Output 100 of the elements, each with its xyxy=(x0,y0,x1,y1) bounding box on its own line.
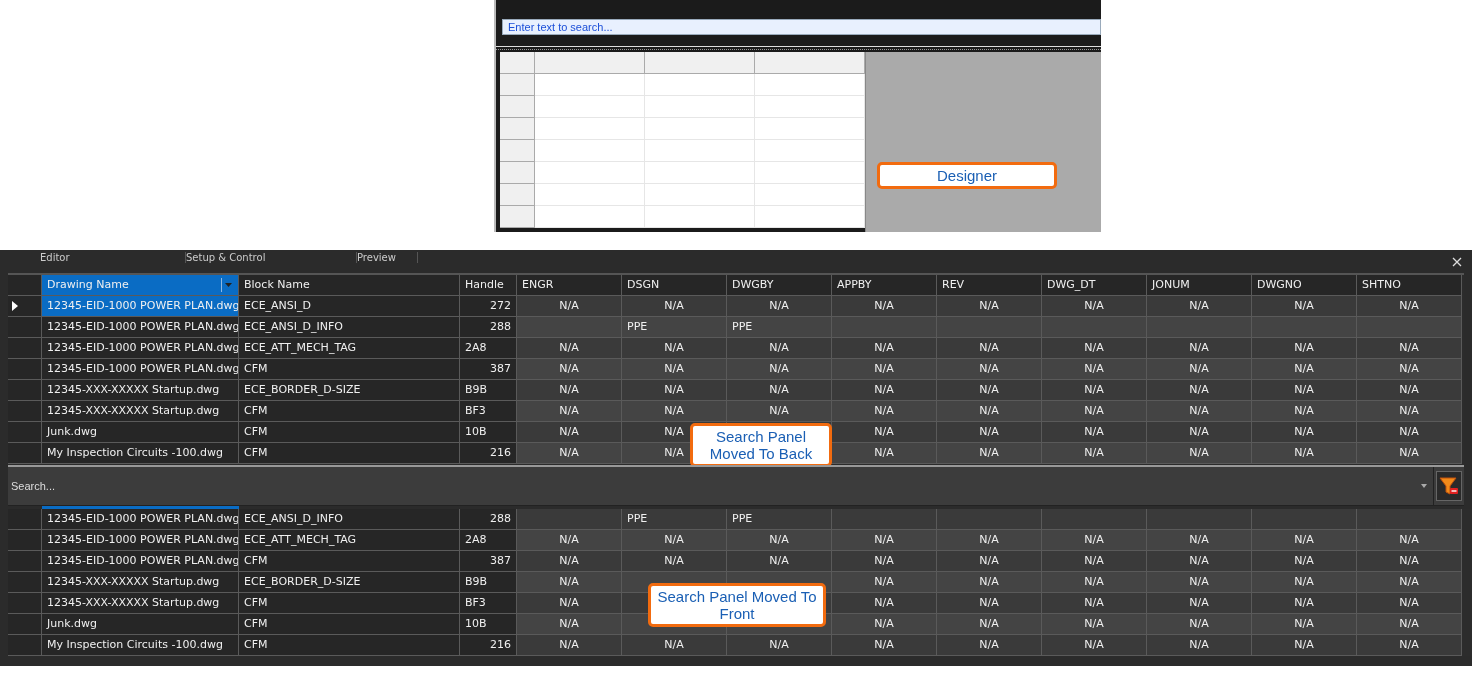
table-cell: 12345-EID-1000 POWER PLAN.dwg xyxy=(42,296,239,317)
table-cell: N/A xyxy=(1042,530,1147,551)
table-cell: N/A xyxy=(1042,296,1147,317)
table-cell: ECE_ATT_MECH_TAG xyxy=(239,530,460,551)
table-cell: 216 xyxy=(460,443,517,464)
table-cell: N/A xyxy=(1357,422,1462,443)
table-cell: B9B xyxy=(460,380,517,401)
table-cell: N/A xyxy=(937,614,1042,635)
table-cell: N/A xyxy=(1357,380,1462,401)
table-cell: N/A xyxy=(517,551,622,572)
column-header[interactable]: Drawing Name xyxy=(42,275,239,296)
filter-button[interactable] xyxy=(1436,471,1462,501)
tab[interactable]: Setup & Control xyxy=(186,252,357,263)
table-cell: N/A xyxy=(1147,551,1252,572)
dropdown-icon[interactable] xyxy=(1421,484,1427,488)
table-cell: N/A xyxy=(727,401,832,422)
tab[interactable]: Preview xyxy=(357,252,418,263)
table-cell: N/A xyxy=(1357,593,1462,614)
table-cell: PPE xyxy=(622,509,727,530)
table-cell: N/A xyxy=(937,593,1042,614)
search-field[interactable]: Enter text to search... xyxy=(502,19,1101,35)
table-cell: N/A xyxy=(1252,551,1357,572)
table-cell: N/A xyxy=(832,338,937,359)
table-cell: N/A xyxy=(1252,401,1357,422)
table-cell: N/A xyxy=(1252,359,1357,380)
table-cell: N/A xyxy=(517,338,622,359)
column-header[interactable]: REV xyxy=(937,275,1042,296)
close-icon[interactable] xyxy=(1452,257,1462,267)
table-cell: N/A xyxy=(832,359,937,380)
table-cell: 272 xyxy=(460,296,517,317)
table-cell: N/A xyxy=(622,530,727,551)
table-cell: CFM xyxy=(239,359,460,380)
table-cell: ECE_ANSI_D_INFO xyxy=(239,509,460,530)
column-header[interactable]: DWG_DT xyxy=(1042,275,1147,296)
table-cell: N/A xyxy=(517,614,622,635)
table-cell: N/A xyxy=(727,359,832,380)
table-cell: N/A xyxy=(1357,296,1462,317)
column-header[interactable]: Handle xyxy=(460,275,517,296)
row-header[interactable] xyxy=(8,296,42,317)
table-cell: N/A xyxy=(1147,572,1252,593)
table-cell: N/A xyxy=(517,359,622,380)
table-cell: PPE xyxy=(727,509,832,530)
column-header[interactable]: ENGR xyxy=(517,275,622,296)
table-cell: N/A xyxy=(1252,296,1357,317)
column-header[interactable]: DWGNO xyxy=(1252,275,1357,296)
table-cell: N/A xyxy=(937,551,1042,572)
column-header[interactable]: APPBY xyxy=(832,275,937,296)
table-cell: B9B xyxy=(460,572,517,593)
table-cell: ECE_BORDER_D-SIZE xyxy=(239,380,460,401)
column-header[interactable]: DWGBY xyxy=(727,275,832,296)
table-cell: Junk.dwg xyxy=(42,614,239,635)
table-cell: My Inspection Circuits -100.dwg xyxy=(42,635,239,656)
table-cell: N/A xyxy=(1147,401,1252,422)
table-cell: 288 xyxy=(460,509,517,530)
table-cell: N/A xyxy=(1147,530,1252,551)
dropdown-icon[interactable] xyxy=(221,278,233,292)
table-cell: 12345-XXX-XXXXX Startup.dwg xyxy=(42,380,239,401)
table-cell: ECE_ATT_MECH_TAG xyxy=(239,338,460,359)
table-cell: N/A xyxy=(1357,338,1462,359)
table-cell: N/A xyxy=(1357,551,1462,572)
table-cell: N/A xyxy=(1042,443,1147,464)
table-cell: N/A xyxy=(1042,359,1147,380)
table-cell: 216 xyxy=(460,635,517,656)
table-cell: N/A xyxy=(622,380,727,401)
table-cell: N/A xyxy=(832,572,937,593)
table-cell: N/A xyxy=(1042,614,1147,635)
table-cell: N/A xyxy=(1252,380,1357,401)
table-cell: N/A xyxy=(622,338,727,359)
column-header[interactable]: DSGN xyxy=(622,275,727,296)
table-cell: N/A xyxy=(622,296,727,317)
table-cell: N/A xyxy=(727,296,832,317)
table-cell: N/A xyxy=(937,380,1042,401)
table-cell: N/A xyxy=(1252,338,1357,359)
table-cell: N/A xyxy=(1147,296,1252,317)
table-cell: CFM xyxy=(239,593,460,614)
table-cell: N/A xyxy=(1252,443,1357,464)
table-cell: 288 xyxy=(460,317,517,338)
column-header[interactable]: JONUM xyxy=(1147,275,1252,296)
table-cell: BF3 xyxy=(460,593,517,614)
table-cell: N/A xyxy=(1252,530,1357,551)
table-cell: N/A xyxy=(517,530,622,551)
table-cell: N/A xyxy=(727,338,832,359)
table-cell: N/A xyxy=(1357,401,1462,422)
table-cell: PPE xyxy=(622,317,727,338)
table-cell: N/A xyxy=(937,422,1042,443)
table-cell: N/A xyxy=(1147,443,1252,464)
column-header[interactable]: SHTNO xyxy=(1357,275,1462,296)
column-header[interactable]: Block Name xyxy=(239,275,460,296)
table-cell: N/A xyxy=(517,422,622,443)
table-cell: 12345-XXX-XXXXX Startup.dwg xyxy=(42,593,239,614)
table-cell: N/A xyxy=(1357,359,1462,380)
table-cell: CFM xyxy=(239,443,460,464)
table-cell: N/A xyxy=(517,401,622,422)
table-cell: N/A xyxy=(727,551,832,572)
table-cell: N/A xyxy=(1042,380,1147,401)
table-cell: N/A xyxy=(832,401,937,422)
table-cell: N/A xyxy=(1042,572,1147,593)
tab[interactable]: Editor xyxy=(40,252,186,263)
table-cell: N/A xyxy=(1042,422,1147,443)
table-cell: N/A xyxy=(727,530,832,551)
